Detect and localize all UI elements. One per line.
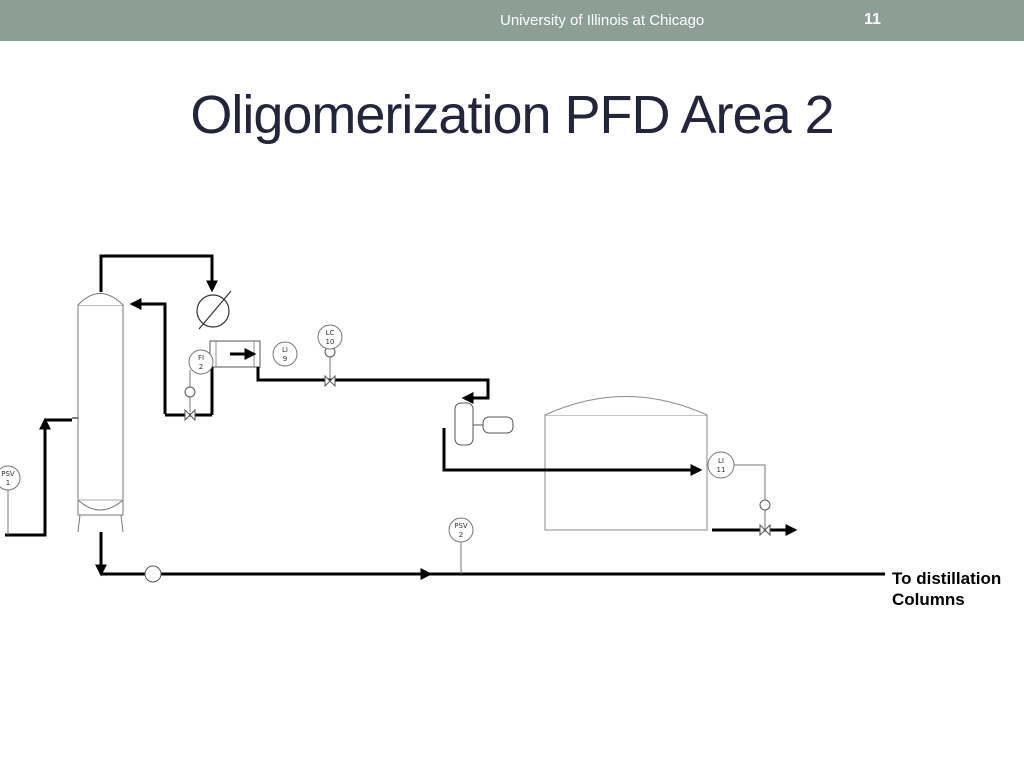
svg-text:FI: FI — [198, 354, 204, 362]
fi-2-instrument: FI 2 — [188, 349, 214, 375]
svg-text:9: 9 — [283, 355, 287, 363]
svg-text:PSV: PSV — [1, 470, 15, 478]
condenser — [196, 290, 232, 330]
svg-text:PSV: PSV — [454, 522, 468, 530]
storage-tank — [544, 396, 708, 531]
column-vessel — [72, 293, 124, 533]
psv-1-instrument: PSV 1 — [0, 465, 21, 491]
svg-text:11: 11 — [717, 466, 726, 474]
svg-text:1: 1 — [6, 479, 10, 487]
process-lines — [5, 254, 885, 580]
pump-icon — [144, 565, 162, 583]
svg-text:To distillation: To distillation — [892, 569, 1001, 588]
svg-text:LI: LI — [718, 457, 724, 465]
svg-text:LI: LI — [282, 346, 288, 354]
svg-text:10: 10 — [326, 338, 335, 346]
destination-label: To distillation Columns — [892, 569, 1001, 609]
process-flow-diagram: PSV 1 PSV 2 FI 2 LI 9 LC 10 LI 11 To dis… — [0, 254, 1001, 609]
lc-10-instrument: LC 10 — [317, 324, 343, 350]
svg-text:Columns: Columns — [892, 590, 965, 609]
psv-2-instrument: PSV 2 — [448, 517, 474, 543]
separator-vessel — [454, 402, 514, 446]
svg-text:LC: LC — [326, 329, 335, 337]
svg-text:2: 2 — [459, 531, 463, 539]
li-11-instrument: LI 11 — [707, 451, 735, 479]
li-9-instrument: LI 9 — [272, 341, 298, 367]
svg-text:2: 2 — [199, 363, 203, 371]
